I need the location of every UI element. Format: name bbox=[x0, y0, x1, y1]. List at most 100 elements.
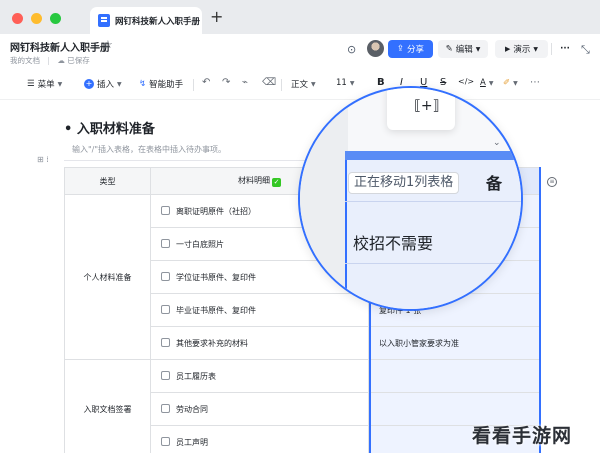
chevron-down-icon: ▼ bbox=[475, 45, 481, 53]
font-size-value: 11 bbox=[336, 78, 347, 88]
check-icon: ✓ bbox=[272, 178, 281, 187]
divider: | bbox=[47, 56, 50, 65]
avatar[interactable] bbox=[367, 40, 384, 57]
category-cell[interactable]: 个人材料准备 bbox=[64, 194, 151, 360]
chevron-down-icon[interactable]: ⌄ bbox=[493, 138, 501, 148]
item-text: 毕业证书原件、复印件 bbox=[176, 305, 256, 315]
todo-checkbox[interactable] bbox=[161, 238, 170, 248]
bold-button[interactable]: B bbox=[377, 77, 385, 88]
insert-column-icon: ⟦+⟧ bbox=[414, 98, 440, 114]
item-text: 一寸白底照片 bbox=[176, 239, 224, 249]
strikethrough-button[interactable]: S bbox=[440, 77, 446, 88]
edit-mode-button[interactable]: ✎ 编辑 ▼ bbox=[438, 40, 488, 58]
bullet: • bbox=[64, 122, 77, 137]
heading-text: 入职材料准备 bbox=[76, 122, 155, 137]
comment-icon[interactable]: ≡ bbox=[547, 177, 557, 187]
eraser-icon[interactable]: ⌫ bbox=[262, 77, 276, 88]
highlighter-icon: ✐ bbox=[503, 78, 511, 88]
code-button[interactable]: </> bbox=[458, 77, 474, 86]
item-text: 学位证书原件、复印件 bbox=[176, 272, 256, 282]
column-header-fragment: 备 bbox=[486, 174, 503, 193]
todo-checkbox[interactable] bbox=[161, 304, 170, 314]
todo-checkbox[interactable] bbox=[161, 436, 170, 446]
doc-title[interactable]: 网钉科技新人入职手册 bbox=[10, 39, 110, 54]
table-grid-icon[interactable]: ⊞ ⁞ bbox=[37, 155, 49, 164]
item-cell[interactable]: 员工履历表 bbox=[150, 359, 369, 393]
todo-checkbox[interactable] bbox=[161, 337, 170, 347]
format-painter-icon[interactable]: ⌁ bbox=[242, 77, 248, 88]
cloud-icon: ☁ bbox=[57, 56, 65, 65]
ai-assistant-button[interactable]: ↯ 智能助手 bbox=[139, 78, 183, 90]
placeholder-hint[interactable]: 输入"/"插入表格，在表格中插入待办事项。 bbox=[72, 144, 226, 155]
divider bbox=[345, 201, 521, 202]
collapse-icon[interactable]: ⤡ bbox=[581, 43, 590, 57]
present-label: 演示 bbox=[513, 45, 531, 55]
table-header-type[interactable]: 类型 bbox=[64, 167, 151, 195]
close-window-button[interactable] bbox=[12, 13, 23, 24]
insert-button[interactable]: + 插入 ▼ bbox=[84, 78, 122, 90]
section-heading[interactable]: • 入职材料准备 bbox=[64, 118, 155, 137]
font-color-label: A bbox=[480, 78, 486, 88]
chevron-down-icon: ▼ bbox=[117, 80, 122, 88]
share-icon: ⇪ bbox=[396, 44, 405, 54]
note-cell[interactable] bbox=[368, 359, 541, 393]
lens-background bbox=[300, 88, 348, 309]
item-cell[interactable]: 员工声明 bbox=[150, 425, 369, 453]
highlight-button[interactable]: ✐ ▼ bbox=[503, 78, 518, 88]
magnifier-lens: ⟦+⟧ ⌄ 正在移动1列表格 备 校招不需要 bbox=[298, 86, 523, 311]
minimize-window-button[interactable] bbox=[31, 13, 42, 24]
share-button[interactable]: ⇪ 分享 bbox=[388, 40, 433, 58]
notification-icon[interactable]: ⊙ bbox=[347, 43, 356, 56]
todo-checkbox[interactable] bbox=[161, 403, 170, 413]
item-text: 劳动合同 bbox=[176, 404, 208, 414]
menu-button[interactable]: ☰ 菜单 ▼ bbox=[27, 78, 62, 90]
insert-label: 插入 bbox=[97, 80, 115, 90]
doc-header: 网钉科技新人入职手册 ☆ 我的文档 | ☁ 已保存 ⊙ ⇪ 分享 ✎ 编辑 ▼ … bbox=[0, 34, 600, 70]
column-insert-popup[interactable]: ⟦+⟧ bbox=[387, 88, 455, 130]
todo-checkbox[interactable] bbox=[161, 370, 170, 380]
item-cell[interactable]: 劳动合同 bbox=[150, 392, 369, 426]
chevron-down-icon: ▼ bbox=[488, 79, 494, 87]
item-text: 其他要求补充的材料 bbox=[176, 338, 248, 348]
edit-label: 编辑 bbox=[455, 45, 473, 55]
divider bbox=[193, 79, 194, 91]
font-size-select[interactable]: 11 ▼ bbox=[336, 78, 354, 88]
tab-document[interactable]: 网钉科技新人入职手册 bbox=[90, 7, 202, 34]
item-text: 离职证明原件（社招） bbox=[176, 206, 256, 216]
tab-bar: 网钉科技新人入职手册 + bbox=[0, 0, 600, 34]
note-cell[interactable]: 以入职小管家要求为准 bbox=[368, 326, 541, 360]
watermark-logo: 看看手游网 bbox=[472, 425, 573, 447]
pencil-icon: ✎ bbox=[445, 44, 453, 54]
ai-label: 智能助手 bbox=[149, 80, 184, 90]
item-text: 员工声明 bbox=[176, 437, 208, 447]
undo-icon[interactable]: ↶ bbox=[202, 77, 210, 88]
chevron-down-icon: ▼ bbox=[57, 80, 63, 88]
share-label: 分享 bbox=[407, 45, 425, 55]
redo-icon[interactable]: ↷ bbox=[222, 77, 230, 88]
divider bbox=[345, 263, 521, 264]
chevron-down-icon: ▼ bbox=[513, 79, 518, 87]
item-text: 员工履历表 bbox=[176, 371, 216, 381]
divider bbox=[551, 43, 552, 55]
maximize-window-button[interactable] bbox=[50, 13, 61, 24]
new-tab-button[interactable]: + bbox=[210, 9, 223, 25]
present-button[interactable]: ▶ 演示 ▼ bbox=[495, 40, 548, 58]
todo-checkbox[interactable] bbox=[161, 271, 170, 281]
chevron-down-icon: ▼ bbox=[533, 45, 539, 53]
doc-location[interactable]: 我的文档 bbox=[10, 56, 40, 65]
doc-icon bbox=[98, 14, 110, 27]
more-button[interactable]: ··· bbox=[557, 40, 573, 58]
tab-title: 网钉科技新人入职手册 bbox=[115, 16, 201, 27]
todo-checkbox[interactable] bbox=[161, 205, 170, 215]
save-status: 已保存 bbox=[67, 56, 90, 65]
table-header-items-label: 材料明细 bbox=[238, 176, 270, 185]
category-cell[interactable]: 入职文档签署 bbox=[64, 359, 151, 453]
font-color-button[interactable]: A ▼ bbox=[480, 78, 493, 88]
item-cell[interactable]: 其他要求补充的材料 bbox=[150, 326, 369, 360]
column-drag-handle[interactable] bbox=[345, 151, 521, 160]
more-icon[interactable]: ⋯ bbox=[530, 77, 540, 88]
menu-label: 菜单 bbox=[37, 80, 55, 90]
star-icon[interactable]: ☆ bbox=[103, 38, 113, 51]
app-window: 网钉科技新人入职手册 + 网钉科技新人入职手册 ☆ 我的文档 | ☁ 已保存 ⊙… bbox=[0, 0, 600, 453]
doc-meta: 我的文档 | ☁ 已保存 bbox=[10, 55, 90, 66]
